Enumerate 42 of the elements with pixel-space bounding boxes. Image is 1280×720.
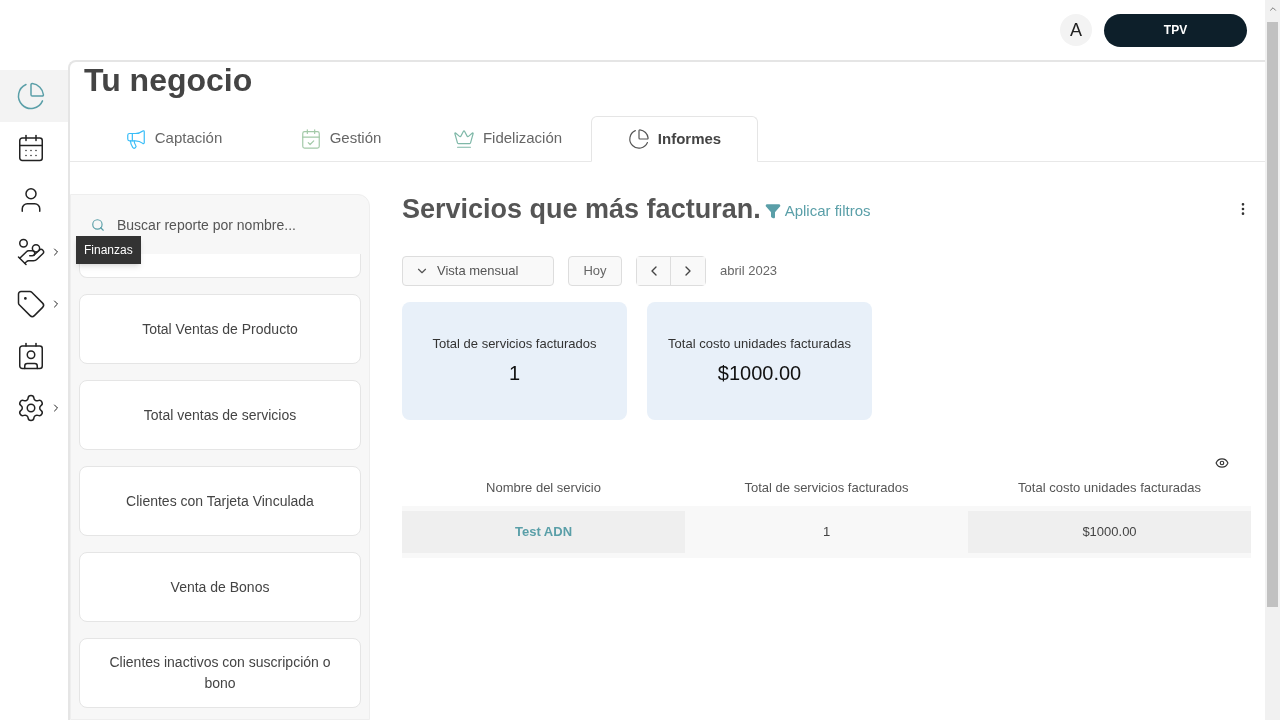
- megaphone-icon: [124, 127, 147, 150]
- column-header: Total costo unidades facturadas: [1017, 479, 1202, 498]
- filter-icon: [764, 203, 781, 219]
- page-title: Tu negocio: [83, 62, 253, 98]
- report-title: Servicios que más facturan.: [402, 192, 761, 226]
- crown-icon: [452, 127, 475, 150]
- tooltip: Finanzas: [76, 236, 141, 264]
- eye-icon[interactable]: [1215, 456, 1229, 470]
- view-select[interactable]: Vista mensual: [402, 256, 554, 286]
- today-button[interactable]: Hoy: [568, 256, 622, 286]
- calendar-icon: [16, 133, 46, 163]
- avatar[interactable]: A: [1060, 14, 1092, 46]
- scrollbar[interactable]: [1265, 0, 1280, 720]
- report-card[interactable]: Venta de Bonos: [79, 552, 361, 622]
- period-label: abril 2023: [720, 262, 778, 281]
- pie-chart-icon: [627, 128, 650, 150]
- settings-icon: [16, 393, 46, 423]
- report-card[interactable]: Total ventas de servicios: [79, 380, 361, 450]
- pie-chart-icon: [16, 81, 46, 111]
- table-cell: $1000.00: [968, 511, 1251, 553]
- column-header: Nombre del servicio: [485, 479, 602, 498]
- stat-label: Total costo unidades facturadas: [668, 335, 851, 354]
- column-header: Total de servicios facturados: [743, 479, 910, 498]
- tpv-button[interactable]: TPV: [1104, 13, 1247, 47]
- price-tag-icon: [16, 289, 46, 319]
- report-card[interactable]: Clientes con Tarjeta Vinculada: [79, 466, 361, 536]
- report-card[interactable]: [79, 254, 361, 278]
- table-cell-text: 1: [821, 523, 832, 542]
- stat-value: 1: [508, 360, 521, 386]
- tab[interactable]: Gestión: [257, 116, 424, 161]
- tab[interactable]: Captación: [90, 116, 257, 161]
- tab[interactable]: Fidelización: [424, 116, 591, 161]
- report-card[interactable]: Clientes inactivos con suscripción o bono: [79, 638, 361, 708]
- report-card[interactable]: Total Ventas de Producto: [79, 294, 361, 364]
- stat-value: $1000.00: [717, 360, 802, 386]
- search-icon: [91, 218, 105, 232]
- scroll-up-icon: [1267, 4, 1278, 14]
- calendar-check-icon: [299, 127, 322, 150]
- tab[interactable]: Informes: [591, 116, 758, 162]
- money-hand-icon: [16, 237, 46, 267]
- id-badge-icon: [16, 341, 46, 371]
- stat-label: Total de servicios facturados: [432, 335, 597, 354]
